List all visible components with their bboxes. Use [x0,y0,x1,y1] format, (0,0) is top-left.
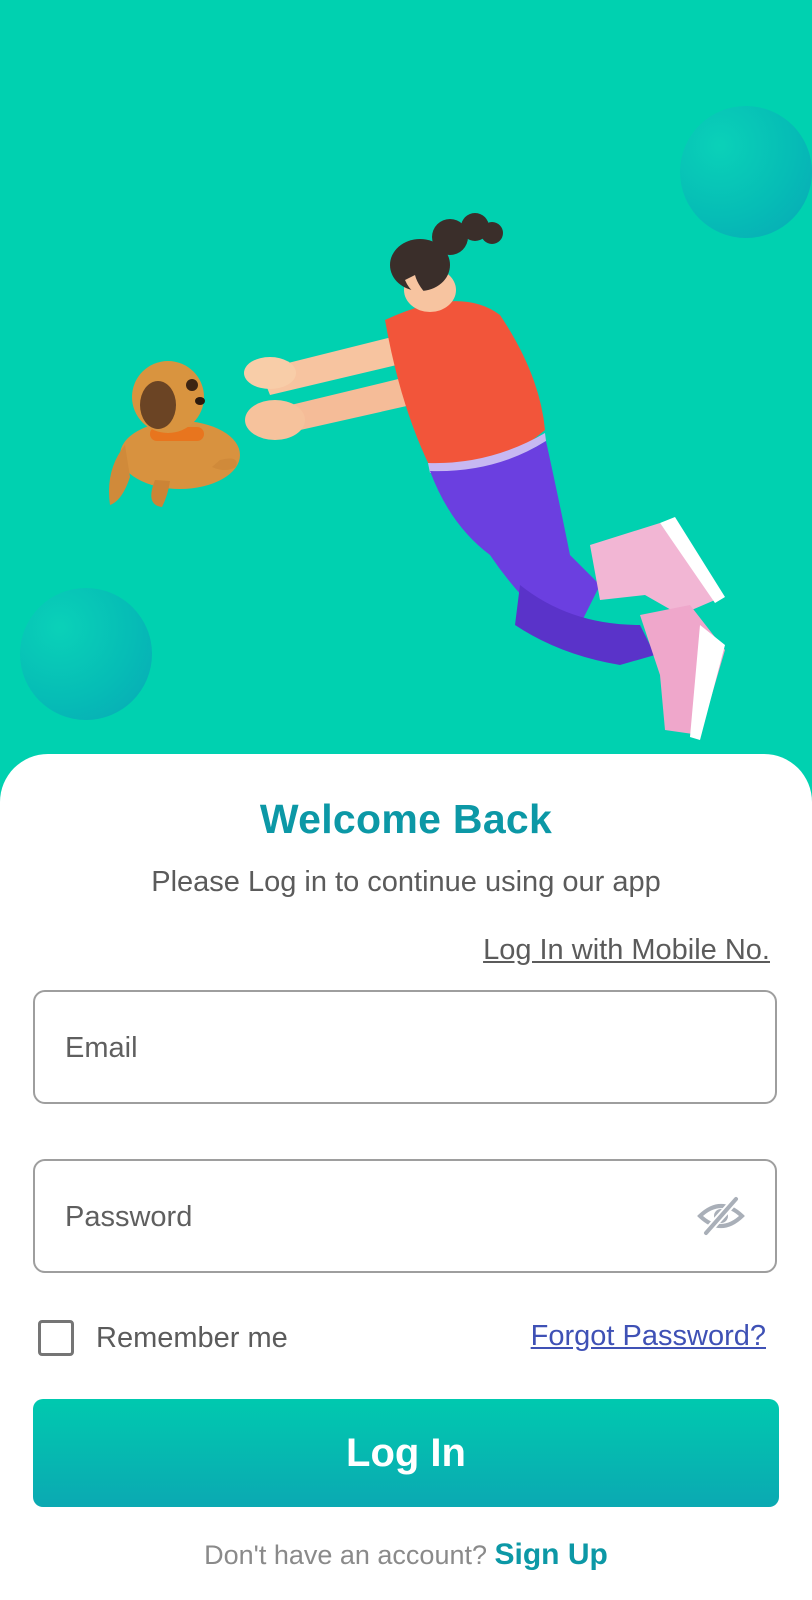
hero-illustration [109,213,725,740]
forgot-password-link[interactable]: Forgot Password? [531,1320,766,1353]
remember-me[interactable]: Remember me [38,1316,288,1360]
page-title: Welcome Back [259,796,553,842]
mobile-login-link[interactable]: Log In with Mobile No. [483,934,770,967]
email-field[interactable] [33,990,777,1104]
email-input[interactable] [63,992,707,1104]
password-input[interactable] [63,1161,707,1273]
woman-figure [244,213,725,740]
remember-me-checkbox[interactable] [38,1320,74,1356]
remember-me-label: Remember me [96,1321,288,1354]
password-field[interactable] [33,1159,777,1273]
login-button[interactable]: Log In [33,1399,779,1507]
signup-prompt: Don't have an account? Sign Up [0,1538,812,1572]
signup-prompt-text: Don't have an account? [204,1540,487,1570]
puppy-figure [109,361,240,507]
page-subtitle: Please Log in to continue using our app [151,866,661,898]
hero-banner [0,0,812,770]
eye-off-icon[interactable] [697,1194,745,1238]
signup-link[interactable]: Sign Up [495,1538,608,1571]
